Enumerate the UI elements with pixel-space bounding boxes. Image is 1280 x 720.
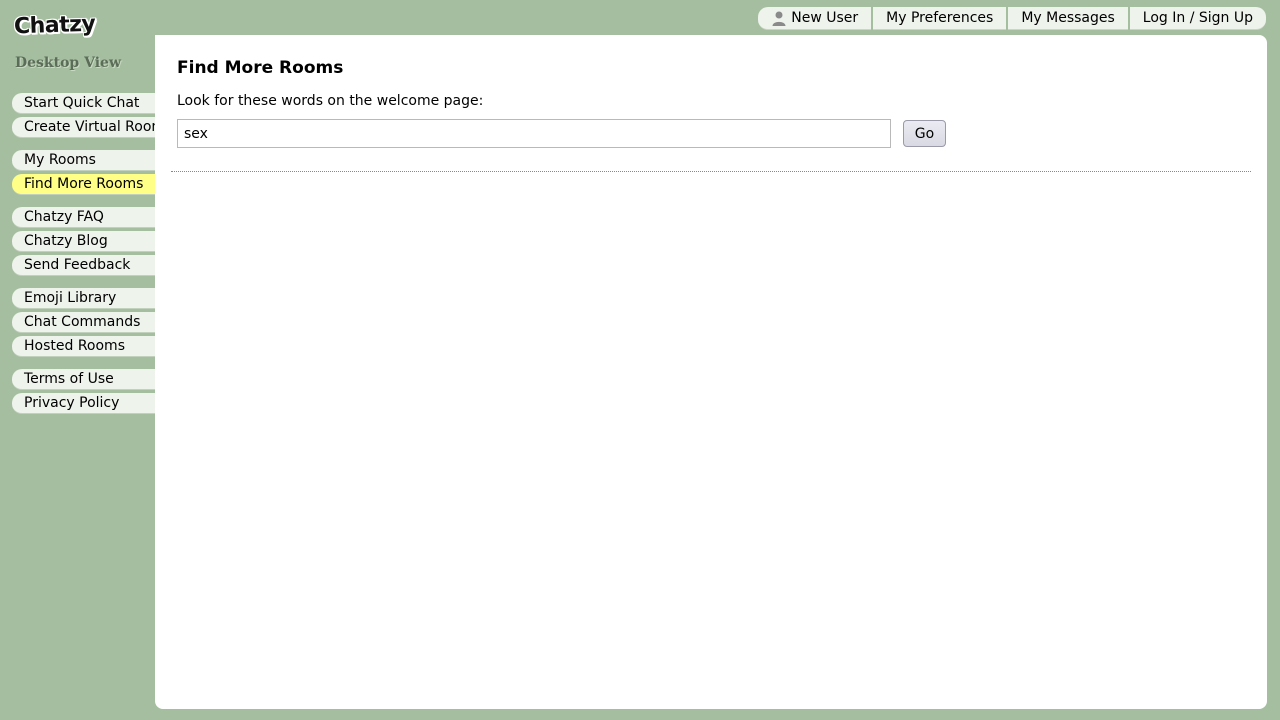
sidebar-item-chat-commands[interactable]: Chat Commands [12, 312, 155, 333]
top-navigation: New User My Preferences My Messages Log … [758, 7, 1266, 30]
sidebar: Start Quick Chat Create Virtual Room My … [12, 93, 165, 426]
sidebar-item-create-virtual-room[interactable]: Create Virtual Room [12, 117, 165, 138]
login-signup-tab[interactable]: Log In / Sign Up [1129, 7, 1266, 30]
divider [171, 171, 1251, 172]
sidebar-item-hosted-rooms[interactable]: Hosted Rooms [12, 336, 155, 357]
sidebar-item-send-feedback[interactable]: Send Feedback [12, 255, 155, 276]
sidebar-group-rooms: My Rooms Find More Rooms [12, 150, 155, 195]
my-messages-tab[interactable]: My Messages [1008, 7, 1128, 30]
page: Chatzy Desktop View New User My Preferen… [0, 0, 1280, 720]
sidebar-item-chatzy-faq[interactable]: Chatzy FAQ [12, 207, 155, 228]
go-button[interactable]: Go [903, 120, 946, 147]
new-user-tab[interactable]: New User [758, 7, 872, 30]
sidebar-item-privacy-policy[interactable]: Privacy Policy [12, 393, 155, 414]
sidebar-item-terms-of-use[interactable]: Terms of Use [12, 369, 155, 390]
user-icon [771, 10, 787, 26]
page-title: Find More Rooms [177, 58, 344, 78]
sidebar-group-tools: Emoji Library Chat Commands Hosted Rooms [12, 288, 155, 357]
my-preferences-tab[interactable]: My Preferences [873, 7, 1007, 30]
new-user-label: New User [791, 10, 859, 26]
main-panel: Find More Rooms Look for these words on … [155, 35, 1267, 709]
sidebar-group-info: Chatzy FAQ Chatzy Blog Send Feedback [12, 207, 155, 276]
sidebar-group-legal: Terms of Use Privacy Policy [12, 369, 155, 414]
sidebar-group-create: Start Quick Chat Create Virtual Room [12, 93, 165, 138]
sidebar-item-start-quick-chat[interactable]: Start Quick Chat [12, 93, 155, 114]
search-label: Look for these words on the welcome page… [177, 93, 484, 109]
chatzy-logo[interactable]: Chatzy [14, 12, 96, 40]
sidebar-item-emoji-library[interactable]: Emoji Library [12, 288, 155, 309]
search-input[interactable] [177, 119, 891, 148]
sidebar-item-find-more-rooms[interactable]: Find More Rooms [12, 174, 155, 195]
sidebar-item-my-rooms[interactable]: My Rooms [12, 150, 155, 171]
sidebar-item-chatzy-blog[interactable]: Chatzy Blog [12, 231, 155, 252]
desktop-view-label[interactable]: Desktop View [15, 55, 121, 71]
